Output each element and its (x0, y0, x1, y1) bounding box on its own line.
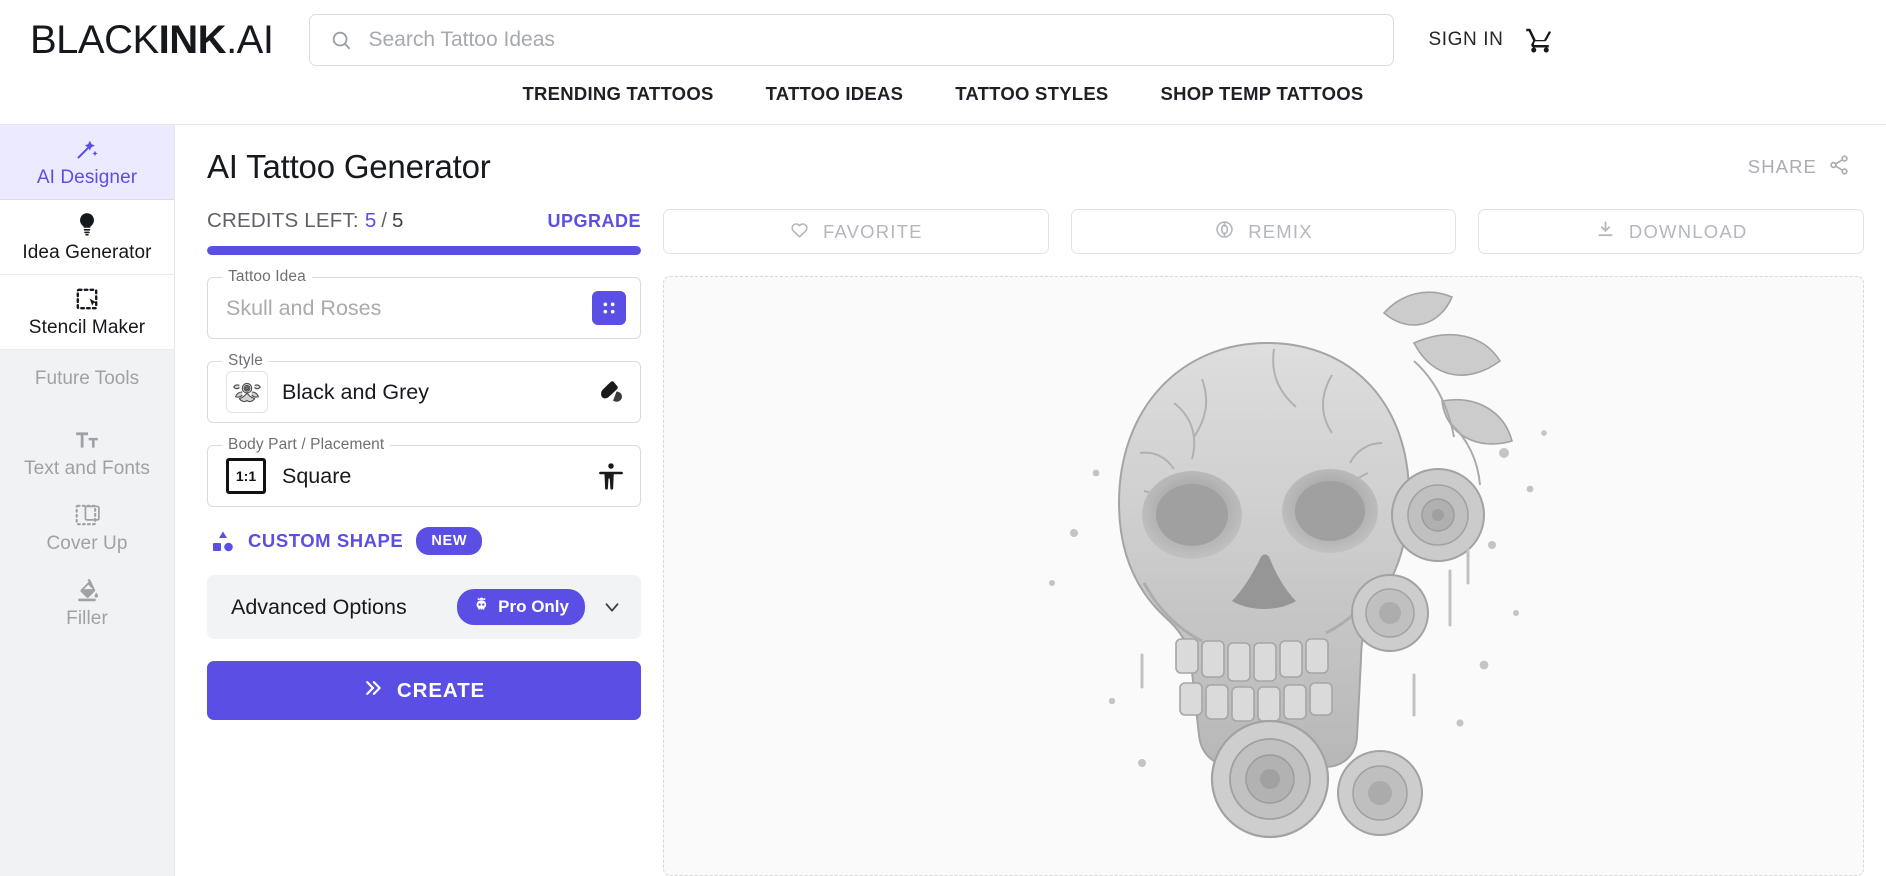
aspect-ratio-icon: 1:1 (226, 458, 266, 494)
site-logo[interactable]: BLACKINK.AI (30, 18, 274, 62)
body-part-value: Square (282, 463, 352, 488)
download-icon (1595, 219, 1616, 245)
create-button[interactable]: CREATE (207, 661, 641, 720)
credits-remaining: 5 (364, 209, 377, 232)
style-value: Black and Grey (282, 379, 429, 404)
credits-separator: / (381, 209, 387, 232)
tattoo-idea-value: Skull and Roses (226, 295, 382, 320)
credits-total: 5 (391, 209, 404, 232)
search-input[interactable] (368, 28, 1374, 52)
credits-progress-fill (207, 246, 641, 255)
paint-bucket-icon (74, 577, 100, 603)
app-root: BLACKINK.AI SIGN IN TRENDING TATTOOS TAT… (0, 0, 1886, 876)
share-label: SHARE (1747, 156, 1817, 177)
body-region: AI Designer Idea Generator Stencil Maker… (0, 125, 1886, 876)
custom-shape-row[interactable]: CUSTOM SHAPE NEW (207, 527, 641, 555)
nav-item-tattoo-styles[interactable]: TATTOO STYLES (947, 83, 1116, 105)
create-button-label: CREATE (396, 678, 486, 702)
nav-item-shop-temp-tattoos[interactable]: SHOP TEMP TATTOOS (1153, 83, 1372, 105)
body-figure-icon[interactable] (596, 461, 626, 491)
sidebar-item-stencil-maker[interactable]: Stencil Maker (0, 275, 174, 350)
future-tools-heading: Future Tools (34, 368, 140, 389)
download-button[interactable]: DOWNLOAD (1478, 209, 1865, 254)
body-part-legend: Body Part / Placement (222, 436, 391, 454)
page-title: AI Tattoo Generator (207, 148, 491, 185)
nav-item-trending-tattoos[interactable]: TRENDING TATTOOS (515, 83, 722, 105)
sidebar-item-label: Text and Fonts (23, 458, 151, 479)
logo-part-ai: .AI (226, 18, 274, 62)
sidebar-item-label: Idea Generator (22, 241, 152, 263)
chevron-down-icon[interactable] (601, 596, 623, 618)
crown-skull-icon (473, 596, 490, 618)
tattoo-idea-actions (592, 291, 626, 325)
result-actions: FAVORITE REMIX DOWNLOAD (663, 209, 1865, 254)
upgrade-link[interactable]: UPGRADE (547, 211, 641, 232)
tattoo-idea-field[interactable]: Tattoo Idea Skull and Roses (207, 268, 641, 339)
future-tools-section: Future Tools Text and Fonts Cover Up Fil… (0, 350, 174, 876)
custom-shape-new-badge: NEW (416, 527, 483, 555)
lightbulb-icon (74, 211, 100, 237)
logo-part-black: BLACK (30, 18, 159, 62)
shopping-cart-icon[interactable] (1525, 25, 1555, 55)
download-label: DOWNLOAD (1628, 220, 1748, 242)
tattoo-idea-legend: Tattoo Idea (222, 268, 312, 286)
text-format-icon (74, 427, 100, 453)
dice-icon[interactable] (592, 291, 626, 325)
pro-only-label: Pro Only (498, 597, 569, 616)
remix-icon (1214, 219, 1235, 245)
body-part-field[interactable]: Body Part / Placement 1:1 Square (207, 436, 641, 507)
custom-shape-label[interactable]: CUSTOM SHAPE (248, 530, 403, 552)
cover-up-square-icon (74, 502, 101, 528)
favorite-label: FAVORITE (822, 220, 923, 242)
sidebar-item-filler: Filler (66, 566, 108, 641)
logo-part-ink: INK (158, 18, 227, 62)
magic-wand-icon (74, 136, 100, 162)
double-chevron-right-icon (363, 678, 383, 704)
selection-cursor-icon (74, 286, 100, 312)
primary-nav: TRENDING TATTOOS TATTOO IDEAS TATTOO STY… (0, 80, 1886, 125)
advanced-options-label: Advanced Options (231, 594, 407, 619)
sidebar-item-text-and-fonts: Text and Fonts (24, 416, 150, 491)
rose-thumbnail-icon (226, 371, 268, 413)
pro-only-badge: Pro Only (457, 589, 585, 625)
generator-form-column: CREDITS LEFT: 5 / 5 UPGRADE Tattoo Idea … (207, 209, 641, 876)
sidebar-item-idea-generator[interactable]: Idea Generator (0, 200, 174, 275)
sidebar-item-cover-up: Cover Up (46, 491, 127, 566)
skull-and-roses-artwork (1048, 291, 1547, 839)
content-columns: CREDITS LEFT: 5 / 5 UPGRADE Tattoo Idea … (207, 209, 1865, 876)
style-legend: Style (222, 352, 269, 370)
remix-label: REMIX (1248, 220, 1313, 242)
share-icon (1828, 154, 1850, 181)
search-icon (330, 29, 352, 51)
tools-sidebar: AI Designer Idea Generator Stencil Maker… (0, 125, 175, 876)
favorite-button[interactable]: FAVORITE (663, 209, 1049, 254)
credits-label: CREDITS LEFT: (207, 209, 359, 232)
sidebar-item-label: Cover Up (46, 533, 128, 554)
advanced-options-row[interactable]: Advanced Options Pro Only (207, 575, 641, 639)
style-field[interactable]: Style Black and Grey (207, 352, 641, 423)
shapes-icon (211, 529, 235, 553)
preview-column: FAVORITE REMIX DOWNLOAD (663, 209, 1865, 876)
search-bar[interactable] (309, 14, 1395, 66)
share-button[interactable]: SHARE (1748, 154, 1864, 181)
sign-in-button[interactable]: SIGN IN (1428, 29, 1503, 51)
remix-button[interactable]: REMIX (1070, 209, 1457, 254)
main-header-row: AI Tattoo Generator SHARE (207, 125, 1864, 209)
sidebar-item-label: Stencil Maker (28, 316, 146, 338)
ink-blob-icon[interactable] (596, 377, 626, 407)
credits-row: CREDITS LEFT: 5 / 5 UPGRADE (207, 209, 641, 233)
preview-canvas[interactable] (663, 276, 1864, 876)
sidebar-item-ai-designer[interactable]: AI Designer (0, 125, 174, 200)
heart-icon (789, 219, 810, 245)
sidebar-item-label: AI Designer (36, 166, 138, 188)
top-header: BLACKINK.AI SIGN IN (0, 0, 1886, 80)
main-panel: AI Tattoo Generator SHARE CREDITS LEFT: … (175, 125, 1886, 876)
sidebar-item-label: Filler (66, 608, 108, 629)
nav-item-tattoo-ideas[interactable]: TATTOO IDEAS (758, 83, 912, 105)
credits-progress-bar (207, 246, 641, 255)
